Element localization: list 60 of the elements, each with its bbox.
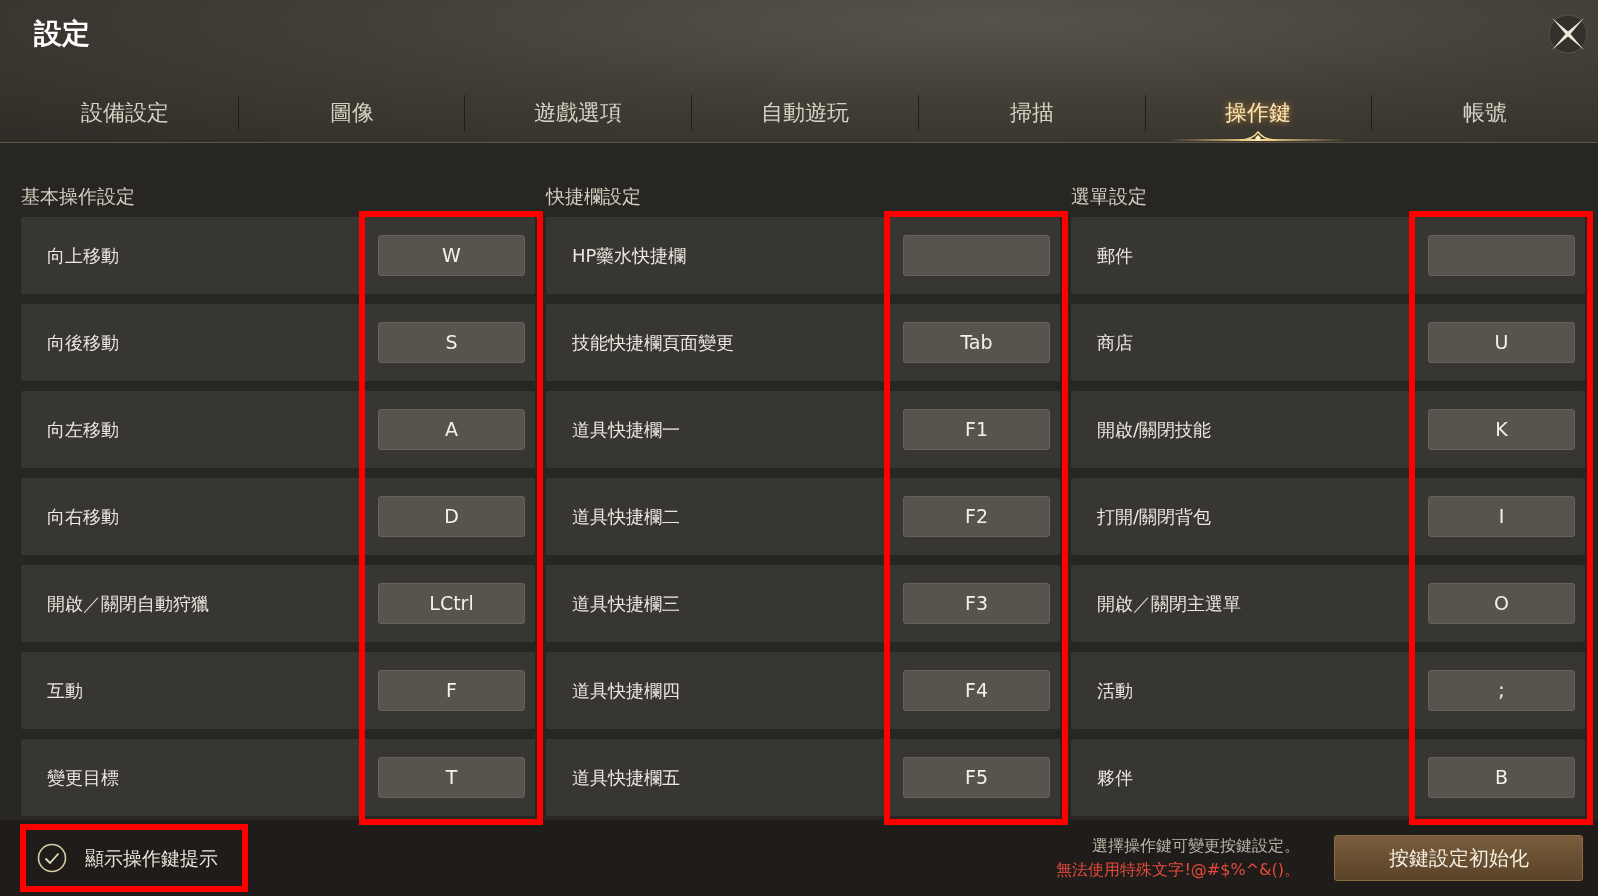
action-label: 商店	[1097, 331, 1133, 355]
show-key-hints-checkbox[interactable]: 顯示操作鍵提示	[37, 843, 218, 873]
section-heading: 基本操作設定	[21, 183, 135, 209]
tab[interactable]: 圖像	[238, 67, 465, 142]
key-binding-button[interactable]: F5	[903, 757, 1050, 798]
key-binding-button[interactable]: LCtrl	[378, 583, 525, 624]
window-title: 設定	[34, 15, 90, 52]
key-binding-button[interactable]: ;	[1428, 670, 1575, 711]
key-binding-button[interactable]: S	[378, 322, 525, 363]
action-label: 向上移動	[47, 244, 119, 268]
key-binding-button[interactable]: F	[378, 670, 525, 711]
key-binding-button[interactable]: U	[1428, 322, 1575, 363]
action-label: 技能快捷欄頁面變更	[572, 331, 734, 355]
action-label: 活動	[1097, 679, 1133, 703]
key-binding-button[interactable]: F2	[903, 496, 1050, 537]
key-binding-button[interactable]: A	[378, 409, 525, 450]
action-label: 開啟／關閉主選單	[1097, 592, 1241, 616]
section-heading: 選單設定	[1071, 183, 1147, 209]
tab[interactable]: 遊戲選項	[465, 67, 692, 142]
tab[interactable]: 自動遊玩	[692, 67, 918, 142]
action-label: 開啟／關閉自動狩獵	[47, 592, 209, 616]
action-label: 道具快捷欄二	[572, 505, 680, 529]
close-icon	[1547, 12, 1589, 55]
action-label: 道具快捷欄五	[572, 766, 680, 790]
action-label: HP藥水快捷欄	[572, 244, 687, 268]
action-label: 道具快捷欄三	[572, 592, 680, 616]
key-binding-button[interactable]: F1	[903, 409, 1050, 450]
action-label: 互動	[47, 679, 83, 703]
key-binding-button[interactable]	[1428, 235, 1575, 276]
action-label: 向後移動	[47, 331, 119, 355]
key-binding-button[interactable]: W	[378, 235, 525, 276]
action-label: 開啟/關閉技能	[1097, 418, 1212, 442]
tab[interactable]: 操作鍵	[1145, 67, 1372, 142]
key-binding-button[interactable]: F3	[903, 583, 1050, 624]
key-binding-button[interactable]: K	[1428, 409, 1575, 450]
key-binding-button[interactable]: T	[378, 757, 525, 798]
key-binding-button[interactable]: O	[1428, 583, 1575, 624]
key-binding-button[interactable]: B	[1428, 757, 1575, 798]
action-label: 郵件	[1097, 244, 1133, 268]
action-label: 向右移動	[47, 505, 119, 529]
reset-keys-button[interactable]: 按鍵設定初始化	[1334, 835, 1583, 881]
tab[interactable]: 帳號	[1372, 67, 1598, 142]
action-label: 變更目標	[47, 766, 119, 790]
tab[interactable]: 掃描	[918, 67, 1145, 142]
action-label: 夥伴	[1097, 766, 1133, 790]
section-heading: 快捷欄設定	[546, 183, 641, 209]
close-button[interactable]	[1546, 11, 1590, 56]
warning-text: 無法使用特殊文字!@#$%^&()。	[1056, 859, 1300, 881]
key-binding-button[interactable]: Tab	[903, 322, 1050, 363]
key-binding-button[interactable]: I	[1428, 496, 1575, 537]
tab[interactable]: 設備設定	[12, 67, 238, 142]
key-binding-button[interactable]: D	[378, 496, 525, 537]
action-label: 道具快捷欄一	[572, 418, 680, 442]
action-label: 向左移動	[47, 418, 119, 442]
action-label: 道具快捷欄四	[572, 679, 680, 703]
key-binding-button[interactable]	[903, 235, 1050, 276]
underline-ornament-icon	[1168, 128, 1349, 142]
hint-text: 選擇操作鍵可變更按鍵設定。	[1092, 835, 1300, 857]
action-label: 打開/關閉背包	[1097, 505, 1212, 529]
key-binding-button[interactable]: F4	[903, 670, 1050, 711]
